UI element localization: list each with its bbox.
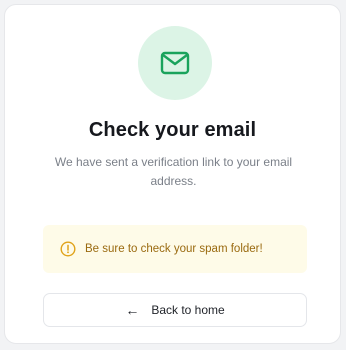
notice-text: Be sure to check your spam folder! bbox=[85, 243, 263, 255]
mail-icon-badge bbox=[138, 26, 212, 100]
mail-icon bbox=[160, 51, 190, 75]
back-button-label: Back to home bbox=[151, 303, 225, 317]
page-title: Check your email bbox=[88, 119, 257, 141]
verification-message: We have sent a verification link to your… bbox=[54, 155, 293, 188]
verification-card: Check your email We have sent a verifica… bbox=[4, 4, 341, 344]
warning-circle-icon bbox=[59, 240, 77, 258]
back-to-home-button[interactable]: ← Back to home bbox=[43, 293, 307, 327]
spam-folder-notice: Be sure to check your spam folder! bbox=[43, 225, 307, 273]
arrow-left-icon: ← bbox=[125, 302, 140, 318]
